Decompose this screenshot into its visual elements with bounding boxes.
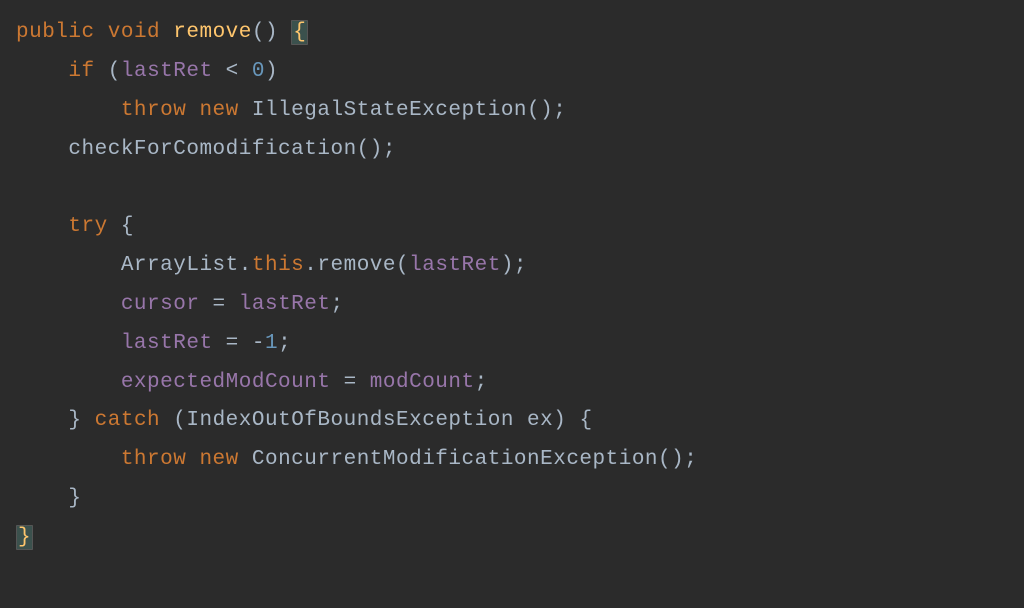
- keyword-new: new: [199, 99, 238, 122]
- semicolon: ;: [278, 332, 291, 355]
- keyword-if: if: [68, 60, 94, 83]
- number-one: 1: [265, 332, 278, 355]
- open-brace: {: [291, 20, 308, 45]
- parens: (): [252, 21, 278, 44]
- paren-open: (: [160, 409, 186, 432]
- dot: .: [304, 254, 317, 277]
- close-brace: }: [68, 409, 81, 432]
- call-tail: ();: [527, 99, 566, 122]
- paren-open: (: [108, 60, 121, 83]
- exception-type: ConcurrentModificationException: [252, 448, 658, 471]
- method-remove: remove(: [317, 254, 409, 277]
- call-tail: );: [501, 254, 527, 277]
- call-tail: ();: [658, 448, 697, 471]
- keyword-catch: catch: [95, 409, 161, 432]
- operator-lt: <: [213, 60, 252, 83]
- keyword-try: try: [68, 215, 107, 238]
- field-modcount: modCount: [370, 371, 475, 394]
- keyword-public: public: [16, 21, 95, 44]
- code-block: public void remove() { if (lastRet < 0) …: [0, 0, 1024, 572]
- number-zero: 0: [252, 60, 265, 83]
- semicolon: ;: [330, 293, 343, 316]
- method-call: checkForComodification();: [68, 138, 396, 161]
- exception-decl: IndexOutOfBoundsException ex: [186, 409, 553, 432]
- field-lastret: lastRet: [121, 332, 213, 355]
- dot: .: [239, 254, 252, 277]
- method-close-brace: }: [16, 525, 33, 550]
- paren-close: ): [265, 60, 278, 83]
- keyword-this: this: [252, 254, 304, 277]
- operator-eq: =: [199, 293, 238, 316]
- operator-eq: =: [330, 371, 369, 394]
- paren-close-brace: ) {: [553, 409, 592, 432]
- method-name: remove: [173, 21, 252, 44]
- field-emc: expectedModCount: [121, 371, 331, 394]
- keyword-void: void: [108, 21, 160, 44]
- field-lastret: lastRet: [409, 254, 501, 277]
- keyword-throw: throw: [121, 448, 187, 471]
- field-lastret: lastRet: [239, 293, 331, 316]
- brace: {: [108, 215, 134, 238]
- keyword-new: new: [199, 448, 238, 471]
- class-arraylist: ArrayList: [121, 254, 239, 277]
- operator-eq: = -: [213, 332, 265, 355]
- field-cursor: cursor: [121, 293, 200, 316]
- close-brace: }: [68, 487, 81, 510]
- exception-type: IllegalStateException: [252, 99, 527, 122]
- keyword-throw: throw: [121, 99, 187, 122]
- field-lastret: lastRet: [121, 60, 213, 83]
- semicolon: ;: [475, 371, 488, 394]
